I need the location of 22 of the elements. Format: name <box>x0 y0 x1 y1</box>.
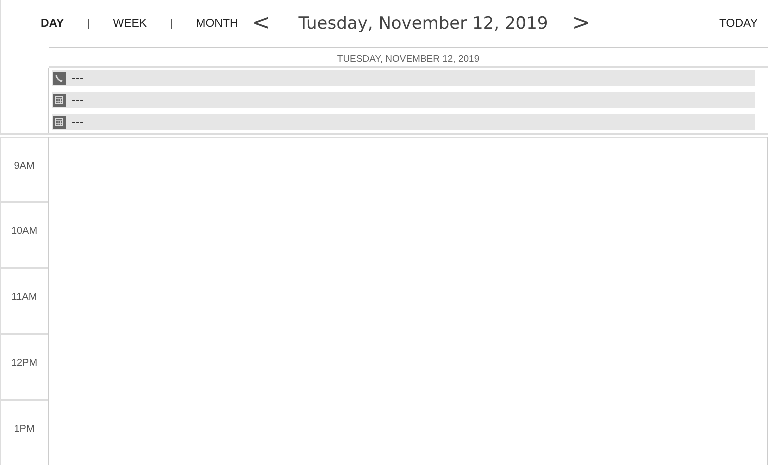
all-day-event[interactable]: --- <box>52 114 755 130</box>
day-header: TUESDAY, NOVEMBER 12, 2019 <box>337 54 480 65</box>
view-tab[interactable]: DAY <box>41 18 64 30</box>
calendar-icon <box>53 94 66 106</box>
all-day-event[interactable]: --- <box>52 70 755 86</box>
hour-label: 12PM <box>11 358 38 369</box>
view-tab[interactable]: MONTH <box>196 18 238 30</box>
calendar-icon <box>53 116 66 128</box>
all-day-event[interactable]: --- <box>52 92 755 108</box>
view-tab[interactable]: WEEK <box>113 18 148 30</box>
phone-icon <box>53 72 66 84</box>
event-title: --- <box>72 115 84 129</box>
hour-label: 10AM <box>11 226 38 237</box>
event-title: --- <box>72 71 84 85</box>
today-button[interactable]: TODAY <box>713 16 764 30</box>
previous-button[interactable]: < <box>246 12 277 34</box>
hour-label: 11AM <box>12 292 38 303</box>
date-title: Tuesday, November 12, 2019 <box>298 14 548 34</box>
next-button[interactable]: > <box>566 12 597 34</box>
hour-label: 9AM <box>14 161 35 172</box>
hour-label: 1PM <box>14 424 35 435</box>
event-title: --- <box>72 93 84 107</box>
